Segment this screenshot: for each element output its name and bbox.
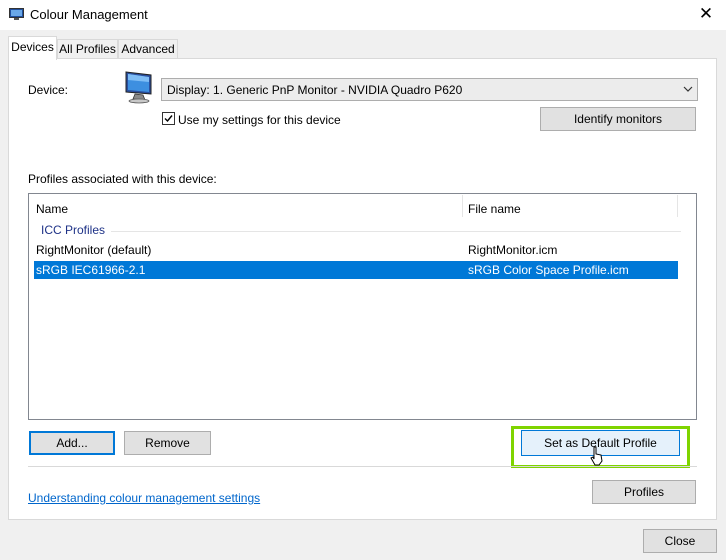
column-header-name[interactable]: Name	[36, 202, 68, 216]
list-item[interactable]: RightMonitor (default) RightMonitor.icm	[34, 241, 678, 259]
column-divider[interactable]	[677, 195, 678, 217]
add-button[interactable]: Add...	[29, 431, 115, 455]
use-my-settings-checkbox[interactable]	[162, 112, 175, 125]
group-divider	[111, 231, 681, 232]
checkmark-icon	[164, 115, 173, 123]
column-header-file-name[interactable]: File name	[468, 202, 521, 216]
understanding-colour-management-link[interactable]: Understanding colour management settings	[28, 491, 260, 505]
profile-file-name: RightMonitor.icm	[468, 243, 558, 257]
close-icon[interactable]: ✕	[694, 3, 718, 25]
device-dropdown[interactable]: Display: 1. Generic PnP Monitor - NVIDIA…	[161, 78, 698, 101]
list-item-selected[interactable]: sRGB IEC61966-2.1 sRGB Color Space Profi…	[34, 261, 678, 279]
column-divider[interactable]	[462, 195, 463, 217]
app-icon	[9, 8, 24, 21]
profiles-section-label: Profiles associated with this device:	[28, 172, 217, 186]
window-title: Colour Management	[30, 7, 148, 22]
monitor-icon	[124, 70, 154, 104]
tab-all-profiles[interactable]: All Profiles	[57, 39, 118, 59]
cursor-icon	[590, 446, 604, 466]
separator	[28, 466, 697, 467]
profile-name: RightMonitor (default)	[36, 243, 152, 257]
profiles-list[interactable]: Name File name ICC Profiles RightMonitor…	[28, 193, 697, 420]
chevron-down-icon	[683, 83, 693, 95]
close-button[interactable]: Close	[643, 529, 717, 553]
profile-name: sRGB IEC61966-2.1	[36, 263, 146, 277]
remove-button[interactable]: Remove	[124, 431, 211, 455]
identify-monitors-button[interactable]: Identify monitors	[540, 107, 696, 131]
profile-file-name: sRGB Color Space Profile.icm	[468, 263, 629, 277]
profiles-button[interactable]: Profiles	[592, 480, 696, 504]
device-dropdown-value: Display: 1. Generic PnP Monitor - NVIDIA…	[167, 83, 463, 97]
group-header-icc-profiles: ICC Profiles	[41, 223, 106, 237]
use-my-settings-label[interactable]: Use my settings for this device	[178, 113, 341, 127]
device-label: Device:	[28, 83, 69, 97]
tab-advanced[interactable]: Advanced	[118, 39, 178, 59]
tab-devices[interactable]: Devices	[8, 36, 57, 60]
